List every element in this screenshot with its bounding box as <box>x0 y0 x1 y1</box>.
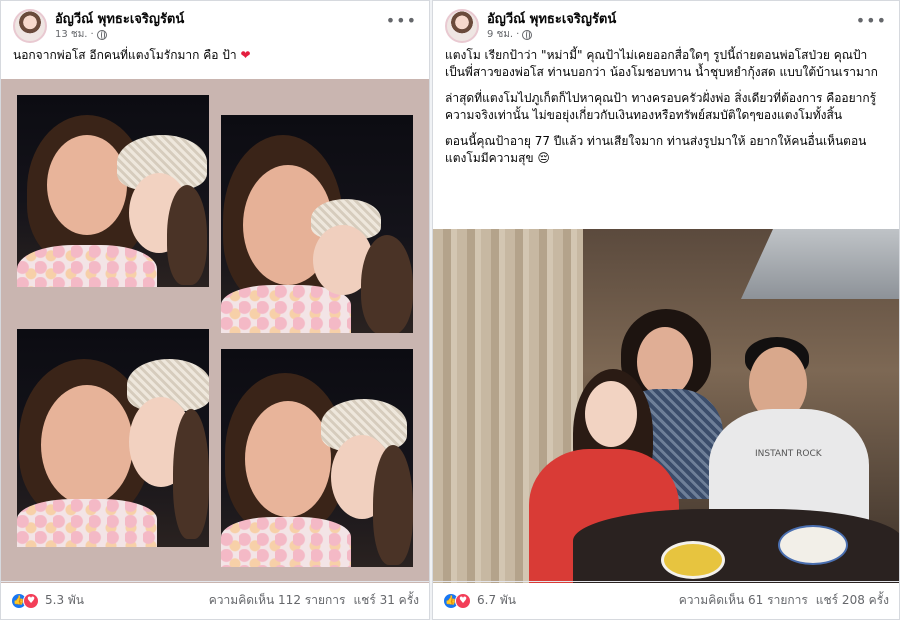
comments-link[interactable]: ความคิดเห็น 112 รายการ <box>209 591 346 610</box>
reactions[interactable]: 👍 ♥ 6.7 พัน <box>443 591 516 610</box>
shirt-print-text: INSTANT ROCK <box>755 449 822 459</box>
collage-photo-1[interactable] <box>17 95 209 287</box>
love-reaction-icon: ♥ <box>23 592 39 609</box>
post-paragraph-3: ตอนนี้คุณป้าอายุ 77 ปีแล้ว ท่านเสียใจมาก… <box>445 134 867 165</box>
face-shape <box>41 385 133 505</box>
bowl-shape <box>661 541 725 579</box>
post-left: อัญวีณ์ พุทธะเจริญรัตน์ 13 ชม. · ••• นอก… <box>0 0 430 620</box>
post-meta: 13 ชม. · <box>55 27 107 42</box>
plate-shape <box>778 525 848 565</box>
collage-photo-4[interactable] <box>221 349 413 567</box>
reactions[interactable]: 👍 ♥ 5.3 พัน <box>11 591 84 610</box>
dining-table-shape <box>573 509 899 583</box>
face-shape <box>637 327 693 397</box>
post-stats: 👍 ♥ 5.3 พัน ความคิดเห็น 112 รายการ แชร์ … <box>1 581 429 619</box>
post-right: อัญวีณ์ พุทธะเจริญรัตน์ 9 ชม. · ••• แตงโ… <box>432 0 900 620</box>
comments-link[interactable]: ความคิดเห็น 61 รายการ <box>679 591 808 610</box>
reaction-count: 5.3 พัน <box>45 593 85 607</box>
post-paragraph-1: แตงโม เรียกป้าว่า "หม่ามี้" คุณป้าไม่เคย… <box>445 48 878 79</box>
post-meta: 9 ชม. · <box>487 27 533 42</box>
post-stats: 👍 ♥ 6.7 พัน ความคิดเห็น 61 รายการ แชร์ 2… <box>433 581 899 619</box>
shirt-shape <box>17 245 157 287</box>
author-name[interactable]: อัญวีณ์ พุทธะเจริญรัตน์ <box>55 8 184 29</box>
hair-shape <box>373 445 413 565</box>
post-text: แตงโม เรียกป้าว่า "หม่ามี้" คุณป้าไม่เคย… <box>433 47 899 167</box>
avatar[interactable] <box>13 9 47 43</box>
avatar[interactable] <box>445 9 479 43</box>
post-header: อัญวีณ์ พุทธะเจริญรัตน์ 9 ชม. · ••• <box>433 1 899 47</box>
hair-shape <box>167 185 207 285</box>
globe-icon <box>96 29 107 40</box>
post-header: อัญวีณ์ พุทธะเจริญรัตน์ 13 ชม. · ••• <box>1 1 429 47</box>
collage-photo-2[interactable] <box>221 115 413 333</box>
shares-link[interactable]: แชร์ 208 ครั้ง <box>816 591 889 610</box>
author-name[interactable]: อัญวีณ์ พุทธะเจริญรัตน์ <box>487 8 616 29</box>
stats-right: ความคิดเห็น 61 รายการ แชร์ 208 ครั้ง <box>679 591 889 610</box>
range-hood-shape <box>741 229 899 299</box>
post-time[interactable]: 9 ชม. <box>487 27 513 42</box>
post-text-line: นอกจากพ่อโส อีกคนที่แตงโมรักมาก คือ ป้า <box>13 48 237 62</box>
more-options-icon[interactable]: ••• <box>856 11 887 30</box>
post-paragraph-2: ล่าสุดที่แตงโมไปภูเก็ตก็ไปหาคุณป้า ทางคร… <box>445 91 877 122</box>
love-reaction-icon: ♥ <box>455 592 471 609</box>
collage-photo-3[interactable] <box>17 329 209 547</box>
heart-icon: ❤ <box>240 48 251 62</box>
face-shape <box>585 381 637 447</box>
post-photo[interactable]: INSTANT ROCK <box>433 229 899 583</box>
shirt-shape <box>221 517 351 567</box>
shirt-shape <box>17 499 157 547</box>
hair-shape <box>173 409 209 539</box>
hair-shape <box>361 235 413 333</box>
face-shape <box>47 135 127 235</box>
shares-link[interactable]: แชร์ 31 ครั้ง <box>353 591 419 610</box>
more-options-icon[interactable]: ••• <box>386 11 417 30</box>
post-text: นอกจากพ่อโส อีกคนที่แตงโมรักมาก คือ ป้า … <box>1 47 429 64</box>
globe-icon <box>522 29 533 40</box>
reaction-count: 6.7 พัน <box>477 593 517 607</box>
photo-collage[interactable] <box>1 79 429 583</box>
post-time[interactable]: 13 ชม. <box>55 27 87 42</box>
stats-right: ความคิดเห็น 112 รายการ แชร์ 31 ครั้ง <box>209 591 419 610</box>
face-shape <box>245 401 331 517</box>
